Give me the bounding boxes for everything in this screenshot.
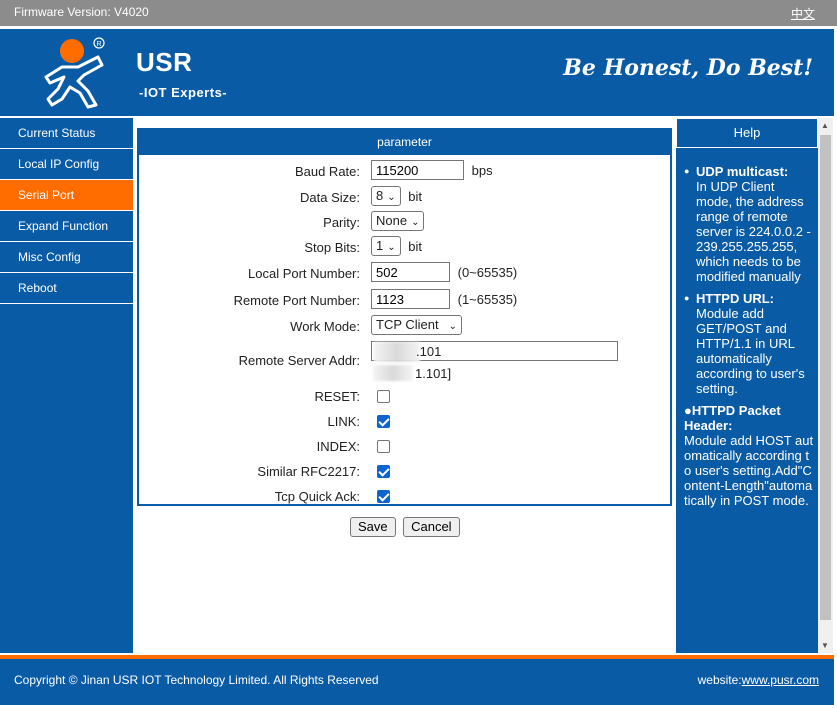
slogan: Be Honest, Do Best! <box>563 55 813 81</box>
remote-port-range: (1~65535) <box>457 291 518 307</box>
help-udp-text: In UDP Client mode, the address range of… <box>696 179 811 284</box>
redacted-ip-blur <box>373 365 413 381</box>
save-button[interactable]: Save <box>350 517 396 537</box>
help-panel: Help UDP multicast: In UDP Client mode, … <box>676 118 818 653</box>
help-header-item: ●HTTPD Packet Header: Module add HOST au… <box>684 403 814 508</box>
chevron-down-icon: ⌄ <box>448 321 458 332</box>
quick-ack-label: Tcp Quick Ack: <box>274 489 360 504</box>
scrollbar-thumb[interactable] <box>820 135 831 620</box>
remote-port-input[interactable] <box>371 289 450 309</box>
panel-title: parameter <box>139 130 670 155</box>
help-title: Help <box>676 118 818 148</box>
brand-name: USR <box>136 47 193 77</box>
reset-label: RESET: <box>314 389 360 404</box>
data-size-select[interactable]: 8 ⌄ <box>371 186 401 206</box>
data-size-unit: bit <box>408 188 422 204</box>
work-mode-label: Work Mode: <box>290 319 360 334</box>
work-mode-row: Work Mode: TCP Client ⌄ <box>139 315 670 339</box>
data-size-value: 8 <box>376 188 384 203</box>
link-checkbox[interactable] <box>377 415 390 429</box>
index-row: INDEX: <box>139 435 670 459</box>
baud-rate-label: Baud Rate: <box>294 164 360 179</box>
help-header-title: ●HTTPD Packet Header: <box>684 403 781 433</box>
sidebar: Current Status Local IP Config Serial Po… <box>0 118 133 653</box>
copyright-text: Copyright © Jinan USR IOT Technology Lim… <box>14 673 379 687</box>
data-size-row: Data Size: 8 ⌄ bit <box>139 186 670 210</box>
chevron-down-icon: ⌄ <box>411 217 420 228</box>
svg-text:R: R <box>97 41 102 48</box>
baud-rate-unit: bps <box>471 162 493 178</box>
sidebar-item-current-status[interactable]: Current Status <box>0 118 133 149</box>
chevron-down-icon: ⌄ <box>387 242 396 253</box>
server-addr-label: Remote Server Addr: <box>238 353 360 368</box>
reset-row: RESET: <box>139 385 670 409</box>
sidebar-item-local-ip-config[interactable]: Local IP Config <box>0 149 133 180</box>
local-port-input[interactable] <box>371 262 450 282</box>
footer: Copyright © Jinan USR IOT Technology Lim… <box>0 659 834 705</box>
stop-bits-select[interactable]: 1 ⌄ <box>371 236 401 256</box>
server-addr-row: Remote Server Addr: .101 1.101] <box>139 341 670 381</box>
help-httpd-title: HTTPD URL: <box>696 291 774 306</box>
index-label: INDEX: <box>316 439 360 454</box>
local-port-range: (0~65535) <box>457 264 518 280</box>
rfc2217-label: Similar RFC2217: <box>257 464 360 479</box>
reset-checkbox[interactable] <box>377 390 390 404</box>
parity-select[interactable]: None ⌄ <box>371 211 425 231</box>
top-bar: Firmware Version: V4020 中文 <box>0 0 837 26</box>
rfc2217-checkbox[interactable] <box>377 465 390 479</box>
help-header-text: Module add HOST automatically according … <box>684 433 814 508</box>
website-info: website:www.pusr.com <box>698 673 819 687</box>
baud-rate-row: Baud Rate: bps <box>139 160 670 184</box>
work-mode-value: TCP Client <box>376 317 439 332</box>
header: R USR -IOT Experts- Be Honest, Do Best! <box>0 28 834 116</box>
index-checkbox[interactable] <box>377 440 390 454</box>
chevron-down-icon: ⌄ <box>387 192 396 203</box>
link-label: LINK: <box>327 414 360 429</box>
remote-port-label: Remote Port Number: <box>233 293 360 308</box>
scroll-down-arrow-icon[interactable]: ▼ <box>821 641 829 650</box>
sidebar-item-expand-function[interactable]: Expand Function <box>0 211 133 242</box>
website-label: website: <box>697 673 742 687</box>
parameter-panel: parameter Baud Rate: bps Data Size: 8⌄ b… <box>137 128 672 506</box>
help-udp-title: UDP multicast: <box>696 164 789 179</box>
cancel-button[interactable]: Cancel <box>403 517 460 537</box>
work-mode-select[interactable]: TCP Client ⌄ <box>371 315 463 335</box>
data-size-label: Data Size: <box>300 190 360 205</box>
local-port-row: Local Port Number: (0~65535) <box>139 262 670 286</box>
server-addr-echo: 1.101] <box>415 366 452 381</box>
remote-port-row: Remote Port Number: (1~65535) <box>139 289 670 313</box>
firmware-version: Firmware Version: V4020 <box>14 5 149 19</box>
stop-bits-label: Stop Bits: <box>304 240 360 255</box>
sidebar-item-reboot[interactable]: Reboot <box>0 273 133 304</box>
sidebar-item-serial-port[interactable]: Serial Port <box>0 180 133 211</box>
parity-label: Parity: <box>323 215 360 230</box>
server-addr-value: .101 <box>416 344 442 359</box>
rfc2217-row: Similar RFC2217: <box>139 460 670 484</box>
help-httpd-text: Module add GET/POST and HTTP/1.1 in URL … <box>696 306 805 396</box>
stop-bits-unit: bit <box>408 238 422 254</box>
help-body: UDP multicast: In UDP Client mode, the a… <box>676 148 818 508</box>
usr-logo-icon: R <box>44 37 105 109</box>
form-buttons: Save Cancel <box>350 517 463 537</box>
quick-ack-checkbox[interactable] <box>377 490 390 504</box>
quick-ack-row: Tcp Quick Ack: <box>139 485 670 509</box>
help-scrollbar[interactable]: ▲ ▼ <box>818 118 833 653</box>
parity-row: Parity: None ⌄ <box>139 211 670 235</box>
redacted-ip-blur <box>374 342 420 362</box>
baud-rate-input[interactable] <box>371 160 464 180</box>
stop-bits-row: Stop Bits: 1 ⌄ bit <box>139 236 670 260</box>
scroll-up-arrow-icon[interactable]: ▲ <box>821 121 829 130</box>
parity-value: None <box>376 213 408 228</box>
stop-bits-value: 1 <box>376 238 384 253</box>
website-link[interactable]: www.pusr.com <box>742 673 819 687</box>
help-httpd-item: HTTPD URL: Module add GET/POST and HTTP/… <box>684 291 814 396</box>
server-addr-input[interactable]: .101 <box>371 341 618 362</box>
language-link[interactable]: 中文 <box>791 5 815 22</box>
local-port-label: Local Port Number: <box>248 266 360 281</box>
help-udp-item: UDP multicast: In UDP Client mode, the a… <box>684 164 814 284</box>
link-row: LINK: <box>139 410 670 434</box>
brand-subtitle: -IOT Experts- <box>139 85 228 100</box>
sidebar-item-misc-config[interactable]: Misc Config <box>0 242 133 273</box>
